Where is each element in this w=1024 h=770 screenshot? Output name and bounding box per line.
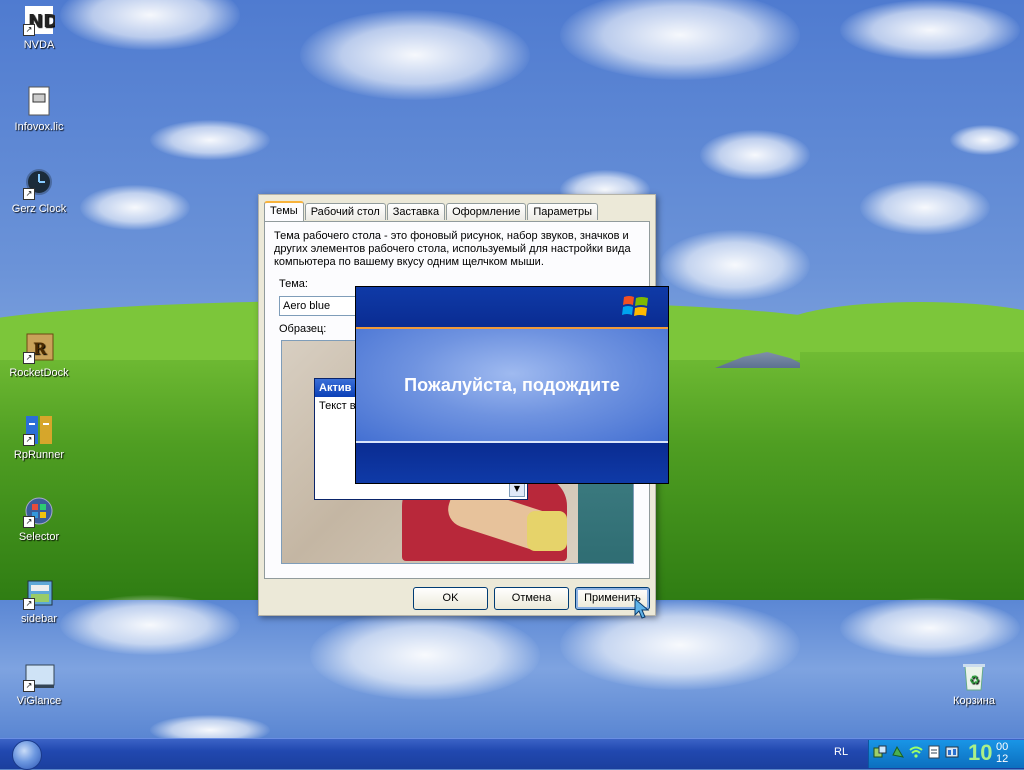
security-icon[interactable] <box>891 745 905 759</box>
svg-text:R: R <box>33 339 47 358</box>
desktop-icon-label: RocketDock <box>9 367 69 379</box>
desktop-icon-label: Gerz Clock <box>11 203 67 215</box>
sidebar-icon: ↗ <box>23 578 55 610</box>
viglance-icon: ↗ <box>23 660 55 692</box>
desktop-icon-nvda[interactable]: ND ↗ NVDA <box>1 4 77 51</box>
selector-icon: ↗ <box>23 496 55 528</box>
desktop-icon-selector[interactable]: ↗ Selector <box>1 496 77 543</box>
taskbar-clock[interactable]: 10 00 12 <box>968 740 1008 766</box>
desktop-icon-sidebar[interactable]: ↗ sidebar <box>1 578 77 625</box>
desktop-icon-infovox[interactable]: Infovox.lic <box>1 86 77 133</box>
desktop-icon-label: RpRunner <box>13 449 65 461</box>
desktop-icon-label: Selector <box>18 531 60 543</box>
desktop-icon-label: NVDA <box>23 39 55 51</box>
desktop-icon-rprunner[interactable]: ↗ RpRunner <box>1 414 77 461</box>
cancel-button[interactable]: Отмена <box>494 587 569 610</box>
tab-settings[interactable]: Параметры <box>527 203 598 220</box>
desktop-icon-label: Корзина <box>953 695 995 707</box>
sample-label: Образец: <box>279 323 327 335</box>
start-button[interactable] <box>12 740 42 770</box>
desktop-icon-recycle-bin[interactable]: ♻ Корзина <box>936 660 1012 707</box>
desktop-icon-gerz-clock[interactable]: ↗ Gerz Clock <box>1 168 77 215</box>
tab-appearance[interactable]: Оформление <box>446 203 527 220</box>
recycle-bin-icon: ♻ <box>958 660 990 692</box>
mouse-cursor-icon <box>634 597 650 620</box>
nvda-icon: ND ↗ <box>23 4 58 36</box>
tab-desktop[interactable]: Рабочий стол <box>304 203 386 220</box>
tab-screensaver[interactable]: Заставка <box>386 203 446 220</box>
tab-strip: Темы Рабочий стол Заставка Оформление Па… <box>264 201 599 221</box>
please-wait-splash: Пожалуйста, подождите <box>355 286 669 484</box>
tray-app-icon[interactable] <box>945 745 959 759</box>
clock-minute-bottom: 12 <box>996 753 1009 765</box>
desktop-icon-label: ViGlance <box>16 695 62 707</box>
svg-text:♻: ♻ <box>969 673 980 687</box>
document-icon <box>23 86 55 118</box>
windows-logo-icon <box>622 293 650 319</box>
clock-hour: 10 <box>968 740 993 765</box>
language-indicator[interactable]: RL <box>834 746 848 758</box>
network-icon[interactable] <box>873 745 887 759</box>
notes-icon[interactable] <box>927 745 941 759</box>
theme-label: Тема: <box>279 278 308 290</box>
desktop-icon-label: Infovox.lic <box>14 121 64 133</box>
wifi-icon[interactable] <box>909 745 923 759</box>
theme-description: Тема рабочего стола - это фоновый рисуно… <box>274 230 631 268</box>
desktop-icon-rocketdock[interactable]: R ↗ RocketDock <box>1 332 77 379</box>
ok-button[interactable]: OK <box>413 587 488 610</box>
rprunner-icon: ↗ <box>23 414 55 446</box>
clock-icon: ↗ <box>23 168 55 200</box>
clock-minute: 00 12 <box>996 741 1008 765</box>
desktop-icon-viglance[interactable]: ↗ ViGlance <box>1 660 77 707</box>
tab-themes[interactable]: Темы <box>264 201 304 221</box>
please-wait-message: Пожалуйста, подождите <box>404 375 620 395</box>
rocketdock-icon: R ↗ <box>23 332 55 364</box>
clock-minute-top: 00 <box>996 741 1009 753</box>
desktop-icon-label: sidebar <box>20 613 58 625</box>
